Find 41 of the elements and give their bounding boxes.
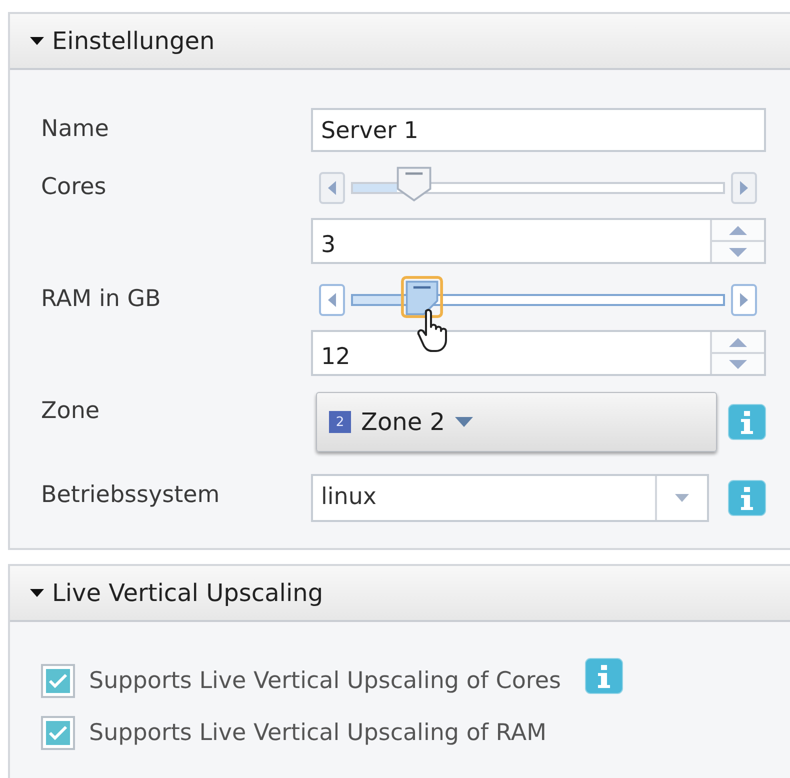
field-label: Zone [41, 397, 101, 426]
increment-button[interactable] [712, 332, 764, 352]
section-title: Live Vertical Upscaling [52, 579, 324, 607]
number-field[interactable]: 3 [311, 218, 766, 264]
zone-number-badge: 2 [329, 411, 351, 433]
info-icon[interactable] [585, 658, 624, 694]
left-arrow-icon [327, 293, 337, 307]
field-label: Betriebssystem [41, 481, 221, 510]
os-combo-box[interactable]: linux [311, 474, 709, 522]
checkbox-label: Supports Live Vertical Upscaling of RAM [89, 720, 546, 746]
field-label: Cores [41, 173, 108, 202]
section-title: Einstellungen [52, 27, 215, 55]
down-arrow-icon [729, 360, 747, 368]
slider-track[interactable] [351, 182, 725, 194]
slider-thumb[interactable] [401, 276, 444, 318]
decrement-button[interactable] [712, 352, 764, 374]
right-arrow-icon [739, 181, 749, 195]
slider-right-button[interactable] [731, 284, 757, 316]
zone-menu-button[interactable]: 2 Zone 2 [316, 392, 717, 452]
info-icon[interactable] [728, 404, 766, 440]
caret-icon [455, 417, 473, 427]
caret-icon [675, 494, 689, 502]
slider-left-button[interactable] [319, 284, 345, 316]
field-label: Name [41, 115, 110, 144]
info-icon[interactable] [728, 480, 766, 516]
slider-left-button[interactable] [319, 172, 345, 204]
slider-track[interactable] [351, 294, 725, 306]
right-arrow-icon [739, 293, 749, 307]
checkbox[interactable] [41, 664, 75, 698]
up-arrow-icon [729, 226, 747, 234]
number-field[interactable]: 12 [311, 330, 766, 376]
down-arrow-icon [729, 248, 747, 256]
checkbox-label: Supports Live Vertical Upscaling of Cores [89, 668, 562, 694]
checkbox[interactable] [41, 716, 75, 750]
increment-button[interactable] [712, 220, 764, 240]
slider-right-button[interactable] [731, 172, 757, 204]
decrement-button[interactable] [712, 240, 764, 262]
left-arrow-icon [327, 181, 337, 195]
name-field[interactable]: Server 1 [311, 108, 766, 152]
field-label: RAM in GB [41, 285, 162, 314]
up-arrow-icon [729, 338, 747, 346]
